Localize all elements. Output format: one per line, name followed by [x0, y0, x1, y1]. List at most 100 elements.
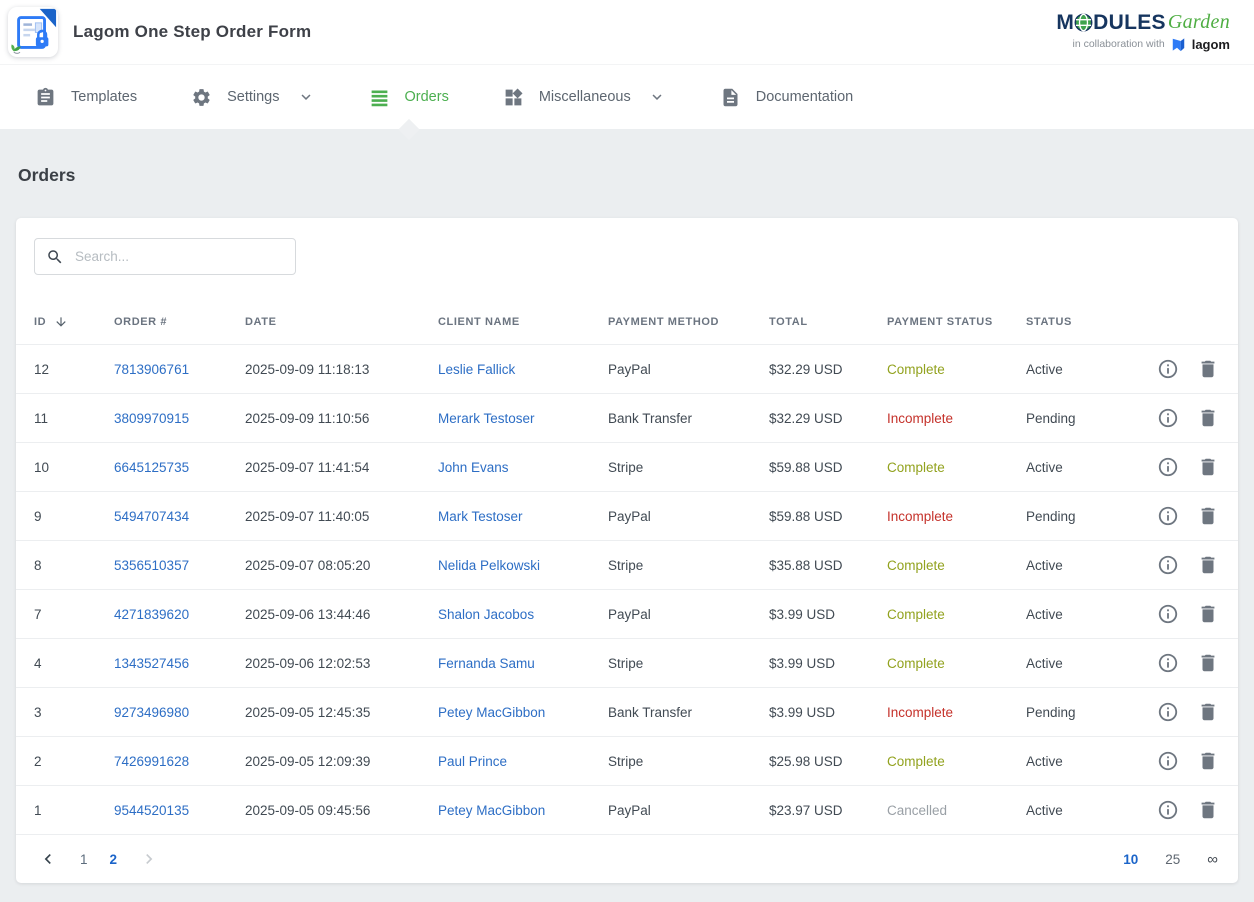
column-header-total[interactable]: TOTAL [769, 316, 887, 328]
order-date: 2025-09-09 11:10:56 [245, 411, 438, 426]
column-header-date[interactable]: DATE [245, 316, 438, 328]
order-id: 1 [34, 803, 114, 818]
client-name-link[interactable]: Merark Testoser [438, 411, 608, 426]
brand-modules-rest: DULES [1093, 12, 1166, 33]
info-icon[interactable] [1157, 701, 1179, 723]
client-name-link[interactable]: Petey MacGibbon [438, 705, 608, 720]
order-number-link[interactable]: 5356510357 [114, 558, 245, 573]
order-number-link[interactable]: 7426991628 [114, 754, 245, 769]
prev-page-icon[interactable] [38, 849, 58, 869]
content-area: Orders ID ORDER # DATE CLIENT NAME PAYME… [0, 129, 1254, 899]
delete-icon[interactable] [1197, 358, 1219, 380]
table-row: 7 4271839620 2025-09-06 13:44:46 Shalon … [16, 589, 1238, 638]
payment-method: Bank Transfer [608, 411, 769, 426]
delete-icon[interactable] [1197, 652, 1219, 674]
table-row: 1 9544520135 2025-09-05 09:45:56 Petey M… [16, 785, 1238, 834]
column-header-order[interactable]: ORDER # [114, 316, 245, 328]
order-number-link[interactable]: 7813906761 [114, 362, 245, 377]
payment-status: Complete [887, 607, 1026, 622]
brand-modules-m: M [1056, 12, 1074, 33]
order-status: Active [1026, 656, 1118, 671]
payment-status: Complete [887, 460, 1026, 475]
order-number-link[interactable]: 5494707434 [114, 509, 245, 524]
sort-desc-icon[interactable] [54, 315, 68, 329]
client-name-link[interactable]: John Evans [438, 460, 608, 475]
order-number-link[interactable]: 9544520135 [114, 803, 245, 818]
table-row: 3 9273496980 2025-09-05 12:45:35 Petey M… [16, 687, 1238, 736]
column-header-payment-status[interactable]: PAYMENT STATUS [887, 316, 1026, 328]
column-header-status[interactable]: STATUS [1026, 316, 1118, 328]
page-button-2[interactable]: 2 [110, 852, 118, 867]
info-icon[interactable] [1157, 750, 1179, 772]
order-total: $3.99 USD [769, 607, 887, 622]
payment-method: Stripe [608, 754, 769, 769]
order-number-link[interactable]: 6645125735 [114, 460, 245, 475]
search-icon [46, 248, 64, 266]
search-box[interactable] [34, 238, 296, 275]
main-nav: Templates Settings Orders Miscellaneous … [0, 64, 1254, 129]
lagom-text: lagom [1192, 37, 1230, 52]
payment-status: Complete [887, 362, 1026, 377]
order-number-link[interactable]: 4271839620 [114, 607, 245, 622]
delete-icon[interactable] [1197, 603, 1219, 625]
order-date: 2025-09-06 12:02:53 [245, 656, 438, 671]
client-name-link[interactable]: Nelida Pelkowski [438, 558, 608, 573]
delete-icon[interactable] [1197, 799, 1219, 821]
order-date: 2025-09-07 08:05:20 [245, 558, 438, 573]
page-size-10[interactable]: 10 [1123, 852, 1138, 867]
order-total: $23.97 USD [769, 803, 887, 818]
delete-icon[interactable] [1197, 701, 1219, 723]
client-name-link[interactable]: Paul Prince [438, 754, 608, 769]
nav-item-documentation[interactable]: Documentation [693, 65, 881, 129]
column-header-id[interactable]: ID [34, 315, 114, 329]
info-icon[interactable] [1157, 456, 1179, 478]
order-number-link[interactable]: 1343527456 [114, 656, 245, 671]
nav-label: Templates [71, 89, 137, 105]
order-id: 2 [34, 754, 114, 769]
page-header-title: Lagom One Step Order Form [73, 22, 311, 42]
order-id: 7 [34, 607, 114, 622]
info-icon[interactable] [1157, 505, 1179, 527]
nav-item-orders[interactable]: Orders [342, 65, 476, 129]
table-row: 12 7813906761 2025-09-09 11:18:13 Leslie… [16, 344, 1238, 393]
info-icon[interactable] [1157, 554, 1179, 576]
client-name-link[interactable]: Mark Testoser [438, 509, 608, 524]
client-name-link[interactable]: Leslie Fallick [438, 362, 608, 377]
info-icon[interactable] [1157, 407, 1179, 429]
order-number-link[interactable]: 3809970915 [114, 411, 245, 426]
info-icon[interactable] [1157, 799, 1179, 821]
nav-item-miscellaneous[interactable]: Miscellaneous [476, 65, 693, 129]
order-total: $59.88 USD [769, 509, 887, 524]
order-id: 12 [34, 362, 114, 377]
delete-icon[interactable] [1197, 554, 1219, 576]
delete-icon[interactable] [1197, 407, 1219, 429]
info-icon[interactable] [1157, 358, 1179, 380]
info-icon[interactable] [1157, 603, 1179, 625]
order-date: 2025-09-07 11:41:54 [245, 460, 438, 475]
order-number-link[interactable]: 9273496980 [114, 705, 245, 720]
column-header-client[interactable]: CLIENT NAME [438, 316, 608, 328]
delete-icon[interactable] [1197, 505, 1219, 527]
page-button-1[interactable]: 1 [80, 852, 88, 867]
table-row: 10 6645125735 2025-09-07 11:41:54 John E… [16, 442, 1238, 491]
client-name-link[interactable]: Shalon Jacobos [438, 607, 608, 622]
next-page-icon[interactable] [139, 849, 159, 869]
client-name-link[interactable]: Fernanda Samu [438, 656, 608, 671]
payment-method: Bank Transfer [608, 705, 769, 720]
modulesgarden-logo: M DULES Garden [1056, 12, 1230, 33]
search-input[interactable] [75, 249, 284, 264]
client-name-link[interactable]: Petey MacGibbon [438, 803, 608, 818]
order-id: 8 [34, 558, 114, 573]
order-date: 2025-09-07 11:40:05 [245, 509, 438, 524]
delete-icon[interactable] [1197, 456, 1219, 478]
delete-icon[interactable] [1197, 750, 1219, 772]
globe-icon [1074, 13, 1093, 32]
order-status: Active [1026, 754, 1118, 769]
page-size-25[interactable]: 25 [1165, 852, 1180, 867]
payment-status: Complete [887, 558, 1026, 573]
column-header-method[interactable]: PAYMENT METHOD [608, 316, 769, 328]
page-size-infinity[interactable]: ∞ [1207, 851, 1218, 868]
info-icon[interactable] [1157, 652, 1179, 674]
nav-item-templates[interactable]: Templates [8, 65, 164, 129]
nav-item-settings[interactable]: Settings [164, 65, 341, 129]
